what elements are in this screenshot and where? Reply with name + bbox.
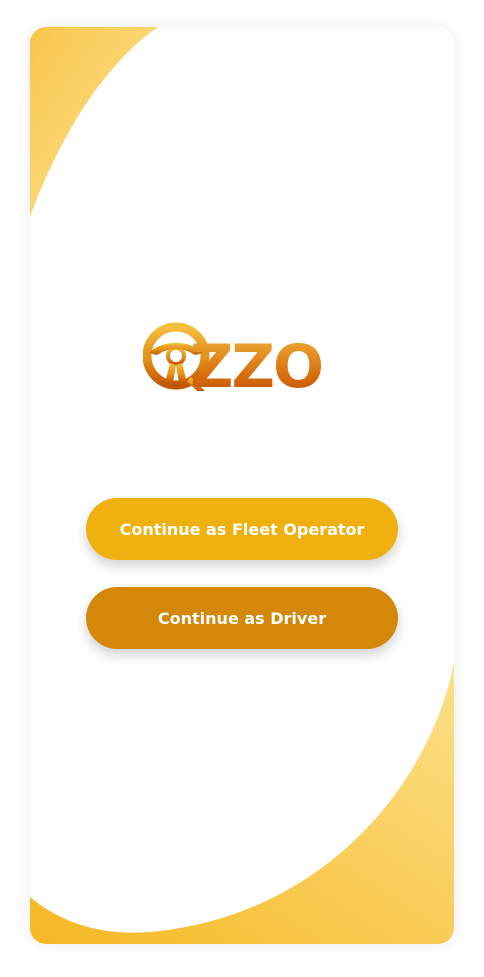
bottom-wave: [30, 662, 454, 944]
app-card: ZZO Continue as Fleet Operator Continue …: [30, 27, 454, 944]
background-shapes: [30, 27, 454, 944]
top-left-wave: [30, 27, 158, 217]
logo-wordmark: ZZO: [190, 332, 324, 402]
continue-driver-button[interactable]: Continue as Driver: [86, 587, 398, 649]
continue-fleet-operator-button[interactable]: Continue as Fleet Operator: [86, 498, 398, 560]
screen: ZZO Continue as Fleet Operator Continue …: [0, 0, 484, 977]
